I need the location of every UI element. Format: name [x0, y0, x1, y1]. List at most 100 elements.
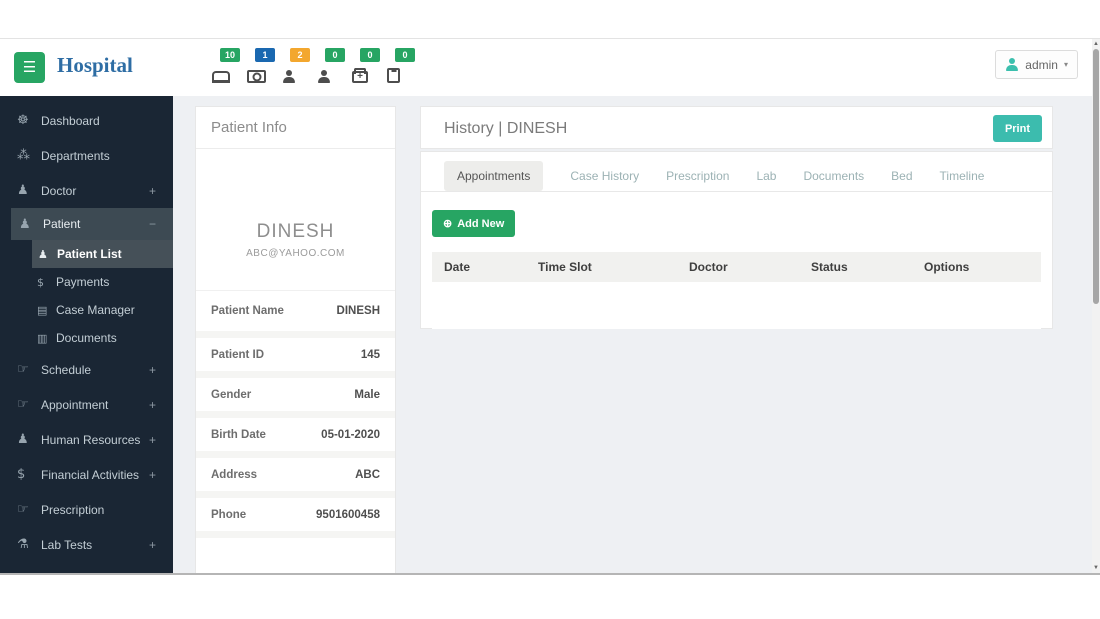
- admin-label: admin: [1025, 57, 1058, 72]
- table-header-row: Date Time Slot Doctor Status Options: [432, 252, 1041, 282]
- tab-documents[interactable]: Documents: [803, 169, 864, 183]
- hand-icon: ☞: [17, 362, 29, 377]
- print-button[interactable]: Print: [992, 115, 1042, 142]
- patient-icon: [282, 70, 296, 83]
- tab-prescription[interactable]: Prescription: [666, 169, 729, 183]
- patient-field-row: Address ABC: [196, 451, 395, 491]
- main-content: Patient Info DINESH ABC@YAHOO.COM Patien…: [173, 96, 1092, 573]
- hamburger-icon: ☰: [22, 59, 37, 76]
- sidebar-item-financial-activities[interactable]: $ Financial Activities +: [0, 457, 173, 492]
- column-date: Date: [444, 260, 471, 274]
- app-window: ☰ Hospital 10 1 2 0 0 + 0 admin ▾ ☸ Dash…: [0, 38, 1100, 575]
- column-doctor: Doctor: [689, 260, 728, 274]
- patients-count-badge: 2: [290, 48, 310, 62]
- tab-lab[interactable]: Lab: [756, 169, 776, 183]
- sidebar-item-appointment[interactable]: ☞ Appointment +: [0, 387, 173, 422]
- column-options: Options: [924, 260, 970, 274]
- clipboard-icon: [387, 68, 400, 83]
- plus-icon: +: [148, 362, 156, 377]
- medkit-icon: +: [352, 71, 368, 83]
- plus-icon: +: [148, 467, 156, 482]
- reports-count-badge: 0: [395, 48, 415, 62]
- appointments-table: Date Time Slot Doctor Status Options: [432, 252, 1041, 329]
- minus-icon: −: [148, 217, 156, 231]
- patient-field-row: [196, 531, 395, 571]
- scroll-up-arrow[interactable]: ▲: [1092, 39, 1100, 49]
- person-icon: [317, 70, 331, 83]
- add-new-button[interactable]: ⊕ Add New: [432, 210, 516, 237]
- table-empty-body: [432, 282, 1041, 329]
- header-stats: 10 1 2 0 0 + 0: [212, 45, 415, 91]
- flask-icon: ⚗: [17, 537, 29, 552]
- admin-menu[interactable]: admin ▾: [995, 50, 1078, 79]
- banknote-icon: [247, 70, 266, 83]
- plus-icon: +: [148, 432, 156, 447]
- screenshot-canvas: ☰ Hospital 10 1 2 0 0 + 0 admin ▾ ☸ Dash…: [0, 0, 1100, 619]
- sidebar-nav: ☸ Dashboard ⁂ Departments ♟ Doctor + ♟ P…: [0, 96, 173, 573]
- sidebar-item-patient-list[interactable]: ♟ Patient List: [32, 240, 173, 268]
- sidebar-item-lab-tests[interactable]: ⚗ Lab Tests +: [0, 527, 173, 562]
- sidebar-item-schedule[interactable]: ☞ Schedule +: [0, 352, 173, 387]
- sidebar-item-doctor[interactable]: ♟ Doctor +: [0, 173, 173, 208]
- user-icon: [1005, 58, 1019, 71]
- tab-appointments[interactable]: Appointments: [444, 160, 544, 191]
- patient-field-row: Phone 9501600458: [196, 491, 395, 531]
- sidebar-item-dashboard[interactable]: ☸ Dashboard: [0, 103, 173, 138]
- tab-timeline[interactable]: Timeline: [940, 169, 985, 183]
- tab-bed[interactable]: Bed: [891, 169, 912, 183]
- history-title: History | DINESH: [444, 120, 568, 137]
- patient-info-title: Patient Info: [196, 107, 395, 149]
- sidebar-item-patient[interactable]: ♟ Patient −: [11, 208, 173, 240]
- payments-count-badge: 1: [255, 48, 275, 62]
- chevron-down-icon: ▾: [1063, 60, 1068, 69]
- sidebar-item-human-resources[interactable]: ♟ Human Resources +: [0, 422, 173, 457]
- dashboard-icon: ☸: [17, 113, 29, 128]
- patient-avatar-block: DINESH ABC@YAHOO.COM: [196, 149, 395, 291]
- patients-stat[interactable]: 2: [282, 45, 310, 91]
- hand-icon: ☞: [17, 502, 29, 517]
- dollar-icon: $: [37, 275, 44, 289]
- medkit-stat[interactable]: 0 +: [352, 45, 380, 91]
- patient-field-row: Gender Male: [196, 371, 395, 411]
- patient-field-row: Patient ID 145: [196, 331, 395, 371]
- history-header-card: History | DINESH Print: [420, 106, 1053, 149]
- history-tabs: Appointments Case History Prescription L…: [421, 152, 1052, 192]
- column-status: Status: [811, 260, 848, 274]
- persons-count-badge: 0: [325, 48, 345, 62]
- scroll-down-arrow[interactable]: ▼: [1092, 563, 1100, 573]
- patient-field-row: Birth Date 05-01-2020: [196, 411, 395, 451]
- sidebar-item-departments[interactable]: ⁂ Departments: [0, 138, 173, 173]
- patient-name: DINESH: [256, 221, 335, 242]
- users-icon: ♟: [19, 216, 31, 232]
- beds-count-badge: 10: [220, 48, 240, 62]
- plus-icon: +: [148, 537, 156, 552]
- sidebar-item-payments[interactable]: $ Payments: [0, 268, 173, 296]
- patient-field-row: Patient Name DINESH: [211, 305, 380, 317]
- column-time-slot: Time Slot: [538, 260, 592, 274]
- plus-icon: +: [148, 183, 156, 198]
- users-icon: ♟: [17, 183, 29, 198]
- scrollbar-thumb[interactable]: [1093, 49, 1099, 304]
- tab-case-history[interactable]: Case History: [570, 169, 639, 183]
- reports-stat[interactable]: 0: [387, 45, 415, 91]
- user-icon: ♟: [38, 247, 48, 261]
- plus-circle-icon: ⊕: [443, 218, 453, 230]
- book-icon: ▤: [37, 303, 48, 317]
- dollar-icon: $: [17, 467, 26, 482]
- history-body-card: Appointments Case History Prescription L…: [420, 151, 1053, 329]
- top-header: ☰ Hospital 10 1 2 0 0 + 0 admin ▾: [0, 39, 1100, 96]
- persons-stat[interactable]: 0: [317, 45, 345, 91]
- vertical-scrollbar[interactable]: ▲ ▼: [1092, 39, 1100, 573]
- beds-stat[interactable]: 10: [212, 45, 240, 91]
- medkit-count-badge: 0: [360, 48, 380, 62]
- plus-icon: +: [148, 397, 156, 412]
- sidebar-item-documents[interactable]: ▥ Documents: [0, 324, 173, 352]
- patient-email: ABC@YAHOO.COM: [246, 248, 345, 259]
- sidebar-item-case-manager[interactable]: ▤ Case Manager: [0, 296, 173, 324]
- patient-info-card: Patient Info DINESH ABC@YAHOO.COM Patien…: [195, 106, 396, 573]
- sidebar-item-prescription[interactable]: ☞ Prescription: [0, 492, 173, 527]
- hamburger-menu-button[interactable]: ☰: [14, 52, 45, 83]
- file-icon: ▥: [37, 331, 48, 345]
- payments-stat[interactable]: 1: [247, 45, 275, 91]
- sitemap-icon: ⁂: [17, 148, 30, 163]
